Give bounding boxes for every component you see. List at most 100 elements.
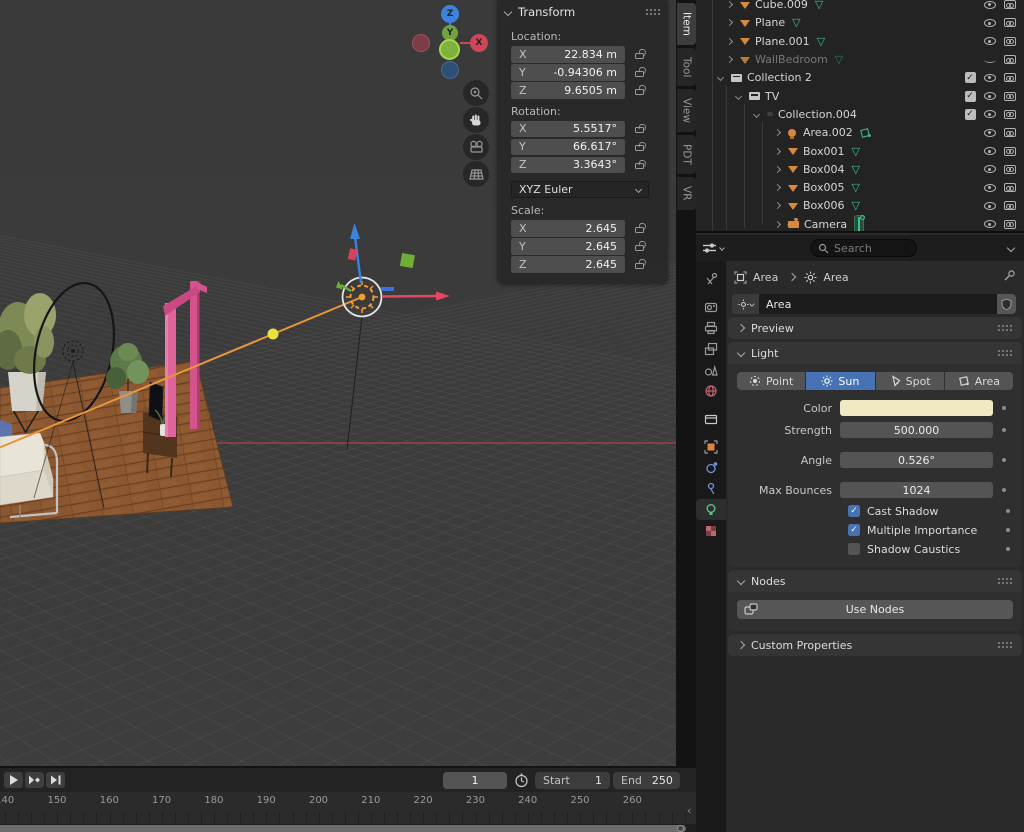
location-y-field[interactable]: Y-0.94306 m: [511, 64, 625, 81]
3d-viewport[interactable]: Z Y X Transform Location:: [0, 0, 678, 766]
rotation-mode-dropdown[interactable]: XYZ Euler: [511, 181, 649, 198]
scrollbar-handle[interactable]: [0, 825, 686, 832]
lock-icon[interactable]: [635, 71, 644, 77]
eye-icon[interactable]: [984, 165, 996, 173]
tab-texture[interactable]: [696, 520, 726, 541]
collapse-chevron-icon[interactable]: [735, 93, 742, 100]
end-frame-field[interactable]: End 250: [613, 772, 680, 789]
gizmo-y-neg-ball[interactable]: [439, 39, 460, 60]
breadcrumb-data-name[interactable]: Area: [823, 271, 848, 284]
use-nodes-button[interactable]: Use Nodes: [737, 600, 1013, 619]
tab-vr[interactable]: VR: [677, 177, 696, 209]
outliner-row-box001[interactable]: Box001 ▽: [696, 142, 1024, 160]
expand-chevron-icon[interactable]: [774, 202, 781, 209]
expand-chevron-icon[interactable]: [774, 184, 781, 191]
render-visibility-icon[interactable]: [1004, 110, 1016, 119]
collection-checkbox[interactable]: ✓: [965, 91, 976, 102]
panel-drag-grip-icon[interactable]: [997, 324, 1012, 332]
editor-type-button[interactable]: [702, 241, 724, 255]
tab-tool[interactable]: Tool: [677, 48, 696, 86]
light-panel-header[interactable]: Light: [728, 342, 1022, 364]
tab-world[interactable]: [696, 380, 726, 401]
tab-view-layer[interactable]: [696, 338, 726, 359]
tab-object-data[interactable]: [696, 499, 726, 520]
render-visibility-icon[interactable]: [1004, 147, 1016, 156]
preview-panel-header[interactable]: Preview: [728, 317, 1022, 339]
outliner-row-camera[interactable]: Camera: [696, 215, 1024, 233]
render-visibility-icon[interactable]: [1004, 55, 1016, 64]
light-type-spot-button[interactable]: Spot: [876, 372, 944, 390]
tab-collection[interactable]: [696, 408, 726, 429]
custom-properties-panel-header[interactable]: Custom Properties: [728, 634, 1022, 656]
jump-to-end-button[interactable]: [46, 772, 65, 788]
outliner[interactable]: Cube.009 ▽ Plane ▽ Plane.001: [696, 0, 1024, 233]
angle-field[interactable]: 0.526°: [840, 452, 993, 469]
lock-icon[interactable]: [635, 53, 644, 59]
eye-icon[interactable]: [984, 92, 996, 100]
sun-target-handle[interactable]: [268, 329, 279, 340]
animate-dot[interactable]: [1002, 406, 1006, 410]
animate-dot[interactable]: [1002, 488, 1006, 492]
render-visibility-icon[interactable]: [1004, 37, 1016, 46]
outliner-row-wallbedroom[interactable]: WallBedroom ▽: [696, 50, 1024, 68]
pin-toggle[interactable]: [1003, 269, 1016, 285]
zoom-button[interactable]: [463, 80, 489, 106]
rotation-y-field[interactable]: Y66.617°: [511, 139, 625, 156]
outliner-row-box005[interactable]: Box005 ▽: [696, 178, 1024, 196]
expand-chevron-icon[interactable]: [774, 129, 781, 136]
lock-icon[interactable]: [635, 245, 644, 251]
move-gizmo-plane-handle-blue[interactable]: [381, 287, 394, 291]
datablock-type-button[interactable]: [732, 294, 759, 314]
render-visibility-icon[interactable]: [1004, 165, 1016, 174]
panel-drag-grip-icon[interactable]: [645, 8, 660, 16]
expand-chevron-icon[interactable]: [774, 147, 781, 154]
playback-sync-clock-icon[interactable]: [514, 773, 529, 788]
collection-checkbox[interactable]: ✓: [965, 72, 976, 83]
shadow-caustics-checkbox[interactable]: [848, 543, 860, 555]
multiple-importance-checkbox[interactable]: ✓: [848, 524, 860, 536]
animate-dot[interactable]: [1006, 547, 1010, 551]
start-frame-field[interactable]: Start 1: [535, 772, 610, 789]
expand-chevron-icon[interactable]: [774, 221, 781, 228]
collapse-chevron-icon[interactable]: [753, 111, 760, 118]
eye-icon[interactable]: [984, 110, 996, 118]
outliner-row-tv[interactable]: TV ✓: [696, 87, 1024, 105]
play-button[interactable]: [4, 772, 23, 788]
transform-panel-header[interactable]: Transform: [497, 0, 668, 24]
expand-chevron-icon[interactable]: [726, 1, 733, 8]
scale-z-field[interactable]: Z2.645: [511, 256, 625, 273]
eye-icon[interactable]: [984, 1, 996, 9]
tab-physics[interactable]: [696, 457, 726, 478]
tab-output[interactable]: [696, 317, 726, 338]
eye-icon[interactable]: [984, 37, 996, 45]
tv-mesh[interactable]: [149, 382, 163, 421]
expand-chevron-icon[interactable]: [726, 19, 733, 26]
expand-chevron-icon[interactable]: [726, 56, 733, 63]
collection-checkbox[interactable]: ✓: [965, 109, 976, 120]
render-visibility-icon[interactable]: [1004, 201, 1016, 210]
timeline[interactable]: 1 Start 1 End 250 140 150 160 170 180 19…: [0, 766, 696, 832]
max-bounces-field[interactable]: 1024: [840, 482, 993, 499]
location-x-field[interactable]: X22.834 m: [511, 46, 625, 63]
expand-chevron-icon[interactable]: [726, 38, 733, 45]
light-type-point-button[interactable]: Point: [737, 372, 805, 390]
timeline-scrollbar[interactable]: [0, 824, 696, 832]
render-visibility-icon[interactable]: [1004, 183, 1016, 192]
eye-icon[interactable]: [984, 202, 996, 210]
region-resize-chevron[interactable]: ‹: [687, 804, 691, 817]
lock-icon[interactable]: [635, 127, 644, 133]
eye-icon[interactable]: [984, 129, 996, 137]
cast-shadow-checkbox[interactable]: ✓: [848, 505, 860, 517]
location-z-field[interactable]: Z9.6505 m: [511, 82, 625, 99]
current-frame-field[interactable]: 1: [443, 772, 507, 789]
render-visibility-icon[interactable]: [1004, 220, 1016, 229]
search-input[interactable]: Search: [810, 239, 917, 257]
pan-button[interactable]: [463, 107, 489, 133]
gizmo-x-neg-ball[interactable]: [412, 34, 430, 52]
move-gizmo-plane-handle-green[interactable]: [400, 253, 415, 268]
tab-item[interactable]: Item: [677, 3, 696, 45]
outliner-row-plane001[interactable]: Plane.001 ▽: [696, 32, 1024, 50]
move-gizmo-x-arrow[interactable]: [382, 292, 450, 301]
render-visibility-icon[interactable]: [1004, 73, 1016, 82]
gizmo-z-axis-ball[interactable]: Z: [441, 5, 459, 23]
